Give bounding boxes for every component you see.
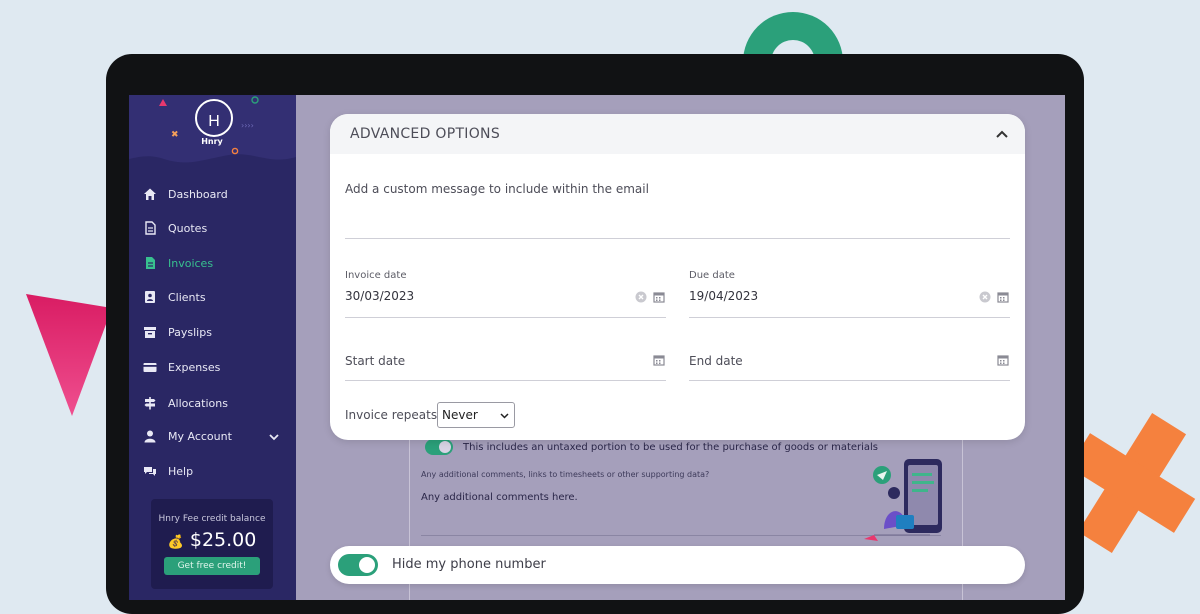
invoice-date-label: Invoice date [345, 270, 407, 281]
logo-mark: H [208, 113, 220, 130]
comments-input[interactable]: Any additional comments here. [421, 492, 578, 503]
sidebar-item-dashboard[interactable]: Dashboard [143, 183, 228, 205]
hide-phone-toggle[interactable] [338, 554, 378, 576]
advanced-options-panel: ADVANCED OPTIONS Add a custom message to… [330, 114, 1025, 440]
credit-balance-amount: 💰 $25.00 [151, 529, 273, 551]
card-icon [143, 363, 157, 372]
sidebar-item-allocations[interactable]: Allocations [143, 392, 228, 414]
hide-phone-label: Hide my phone number [392, 557, 546, 572]
invoice-repeats-value: Never [442, 408, 478, 422]
sidebar-item-clients[interactable]: Clients [143, 286, 206, 308]
calendar-icon[interactable] [653, 291, 665, 303]
sidebar-item-expenses[interactable]: Expenses [143, 356, 220, 378]
due-date-field[interactable]: 19/04/2023 [689, 289, 758, 303]
invoice-date-underline [345, 317, 666, 318]
due-date-underline [689, 317, 1010, 318]
home-icon [144, 188, 156, 200]
svg-text:✖: ✖ [171, 130, 179, 140]
custom-message-underline [345, 238, 1010, 239]
invoice-repeats-select[interactable]: Never [437, 402, 515, 428]
end-date-field[interactable]: End date [689, 354, 743, 368]
end-date-underline [689, 380, 1010, 381]
chevron-down-icon[interactable] [269, 432, 279, 442]
comments-label: Any additional comments, links to timesh… [421, 470, 710, 479]
start-date-underline [345, 380, 666, 381]
hide-phone-bar: Hide my phone number [330, 546, 1025, 584]
sidebar-item-label: Expenses [168, 360, 221, 374]
toggle-knob [359, 557, 375, 573]
sidebar: ›››› ✖ H Hnry Dashboard Quotes Invoices … [129, 95, 296, 600]
calendar-icon[interactable] [997, 354, 1009, 366]
clear-icon[interactable] [979, 291, 991, 303]
money-bag-icon: 💰 [167, 535, 184, 550]
calendar-icon[interactable] [653, 354, 665, 366]
credit-balance-title: Hnry Fee credit balance [158, 514, 266, 524]
archive-icon [144, 327, 156, 338]
chat-icon [144, 467, 156, 476]
start-date-field[interactable]: Start date [345, 354, 405, 368]
untaxed-portion-text: This includes an untaxed portion to be u… [463, 442, 879, 453]
sidebar-item-label: Payslips [168, 325, 212, 339]
phone-illustration [864, 459, 942, 541]
credit-amount-value: $25.00 [189, 529, 257, 551]
sidebar-item-help[interactable]: Help [143, 460, 193, 482]
signpost-icon [144, 397, 156, 410]
invoice-repeats-label: Invoice repeats [345, 408, 438, 422]
get-free-credit-button[interactable]: Get free credit! [164, 557, 260, 575]
chevron-up-icon[interactable] [995, 127, 1009, 141]
custom-message-input[interactable]: Add a custom message to include within t… [345, 182, 649, 196]
sidebar-item-invoices[interactable]: Invoices [143, 252, 213, 274]
sidebar-item-payslips[interactable]: Payslips [143, 321, 212, 343]
calendar-icon[interactable] [997, 291, 1009, 303]
sidebar-item-label: Quotes [168, 221, 208, 235]
credit-balance-card: Hnry Fee credit balance 💰 $25.00 Get fre… [151, 499, 273, 589]
app-screen: ›››› ✖ H Hnry Dashboard Quotes Invoices … [129, 95, 1065, 600]
sidebar-item-label: Help [168, 464, 194, 478]
hnry-logo[interactable]: H [195, 99, 233, 137]
advanced-options-header[interactable]: ADVANCED OPTIONS [330, 114, 1025, 154]
sidebar-item-label: Clients [168, 290, 206, 304]
svg-text:››››: ›››› [241, 121, 254, 130]
invoice-date-field[interactable]: 30/03/2023 [345, 289, 414, 303]
sidebar-item-label: Dashboard [168, 187, 228, 201]
green-ring-decoration [743, 12, 843, 62]
pink-triangle-decoration [26, 294, 112, 416]
sidebar-item-label: My Account [168, 429, 232, 443]
sidebar-item-label: Allocations [168, 396, 228, 410]
sidebar-item-quotes[interactable]: Quotes [143, 217, 207, 239]
chevron-down-icon [500, 413, 509, 419]
due-date-label: Due date [689, 270, 735, 281]
clear-icon[interactable] [635, 291, 647, 303]
sidebar-item-label: Invoices [168, 256, 214, 270]
user-icon [144, 430, 156, 443]
untaxed-portion-toggle[interactable] [425, 439, 453, 455]
advanced-options-title: ADVANCED OPTIONS [350, 126, 501, 142]
contacts-icon [145, 291, 155, 303]
logo-text: Hnry [201, 137, 223, 146]
orange-cross-decoration [1070, 413, 1196, 553]
sidebar-item-my-account[interactable]: My Account [143, 425, 232, 447]
document-icon [145, 221, 156, 235]
invoice-icon [146, 257, 155, 269]
